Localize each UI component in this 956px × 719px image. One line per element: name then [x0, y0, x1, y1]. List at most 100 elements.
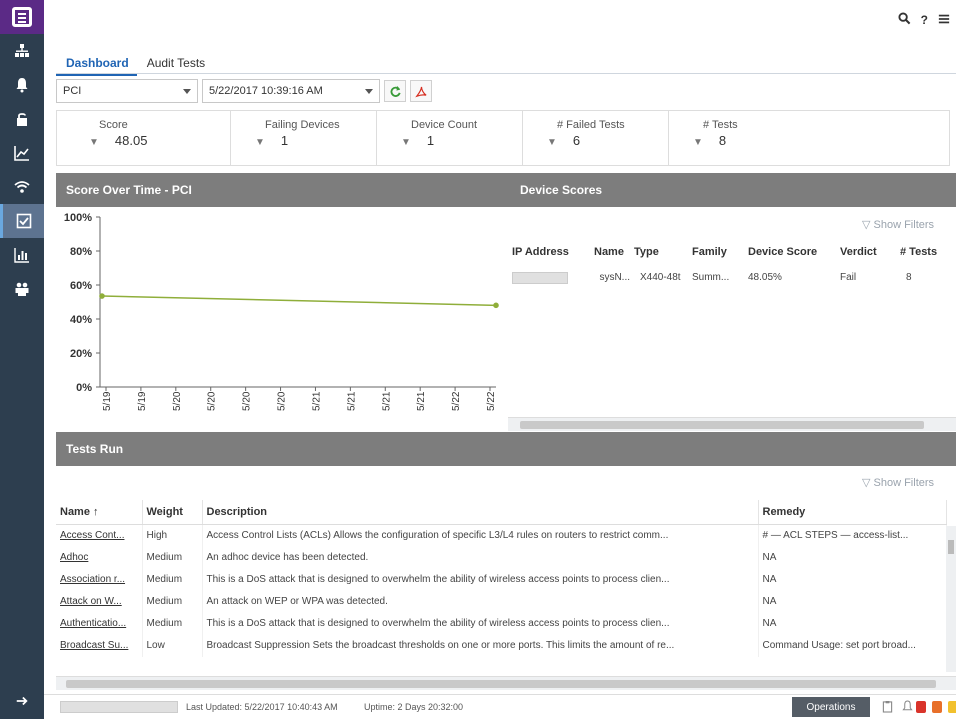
cell-tests: 8 [906, 272, 912, 283]
stat-value: 6 [572, 133, 581, 148]
col-description[interactable]: Description [202, 500, 759, 525]
clipboard-icon[interactable] [882, 700, 893, 715]
stat-label: Score [99, 119, 128, 131]
compliance-icon[interactable] [0, 204, 44, 238]
score-panel-title: Score Over Time - PCI [66, 183, 192, 197]
test-name-link[interactable]: Access Cont... [56, 524, 143, 547]
stat-label: Device Count [411, 119, 478, 131]
device-grid-header: IP Address Name Type Family Device Score… [512, 246, 944, 258]
scrollbar-thumb[interactable] [66, 680, 936, 688]
group-select[interactable]: PCI [56, 79, 198, 103]
export-pdf-button[interactable] [410, 80, 432, 102]
refresh-button[interactable] [384, 80, 406, 102]
trend-down-icon: ▼ [547, 137, 557, 148]
stat-label: # Failed Tests [557, 119, 625, 131]
test-name-link[interactable]: Broadcast Su... [56, 634, 143, 657]
alarm-bell-icon[interactable] [0, 68, 44, 102]
stat-tests: # Tests ▼ 8 [669, 111, 815, 165]
test-name-link[interactable]: Adhoc [56, 546, 143, 569]
status-bar: Last Updated: 5/22/2017 10:40:43 AM Upti… [44, 694, 956, 719]
score-chart-area: 0% 20% 40% 60% 80% 100% 5/19 5/19 5/20 5/20 5/20 5/… [56, 207, 504, 429]
table-row[interactable]: sysN... X440-48t Summ... 48.05% Fail 8 [512, 272, 944, 284]
test-description: This is a DoS attack that is designed to… [202, 612, 759, 635]
test-name-link[interactable]: Authenticatio... [56, 612, 143, 635]
x-tick-label: 5/21 [346, 391, 357, 411]
y-tick-label: 80% [70, 246, 92, 258]
col-tests[interactable]: # Tests [900, 246, 944, 258]
col-device-score[interactable]: Device Score [748, 246, 840, 258]
pdf-icon [414, 86, 427, 97]
trend-down-icon: ▼ [255, 137, 265, 148]
tests-horizontal-scrollbar[interactable] [56, 676, 956, 690]
stat-value: 8 [718, 133, 727, 148]
top-bar: ? [44, 0, 956, 50]
major-alarm-badge[interactable] [932, 701, 942, 713]
cell-family: Summ... [692, 272, 730, 283]
table-row[interactable]: Authenticatio... Medium This is a DoS at… [56, 612, 947, 635]
cell-device-score: 48.05% [748, 272, 782, 283]
timestamp-select[interactable]: 5/22/2017 10:39:16 AM [202, 79, 380, 103]
col-verdict[interactable]: Verdict [840, 246, 900, 258]
stat-value: 1 [426, 133, 435, 148]
x-tick-label: 5/20 [242, 391, 253, 411]
analytics-icon[interactable] [0, 136, 44, 170]
table-row[interactable]: Attack on W... Medium An attack on WEP o… [56, 590, 947, 613]
table-row[interactable]: Adhoc Medium An adhoc device has been de… [56, 546, 947, 569]
test-weight: Medium [142, 546, 203, 569]
stat-device-count: Device Count ▼ 1 [377, 111, 523, 165]
trend-down-icon: ▼ [693, 137, 703, 148]
minor-alarm-badge[interactable] [948, 701, 956, 713]
test-name-link[interactable]: Association r... [56, 568, 143, 591]
device-show-filters[interactable]: ▽ Show Filters [862, 218, 934, 231]
col-ip-address[interactable]: IP Address [512, 246, 594, 258]
wireless-icon[interactable] [0, 170, 44, 204]
lock-icon[interactable] [0, 102, 44, 136]
test-description: An attack on WEP or WPA was detected. [202, 590, 759, 613]
stat-label: # Tests [703, 119, 738, 131]
test-name-link[interactable]: Attack on W... [56, 590, 143, 613]
network-icon[interactable] [0, 34, 44, 68]
masked-server-name [60, 701, 178, 713]
col-weight[interactable]: Weight [142, 500, 203, 525]
dashboard-toolbar: PCI 5/22/2017 10:39:16 AM [56, 78, 432, 104]
col-family[interactable]: Family [692, 246, 748, 258]
users-icon[interactable] [0, 272, 44, 306]
chevron-down-icon [183, 89, 191, 94]
extreme-logo[interactable] [0, 0, 44, 34]
test-description: Broadcast Suppression Sets the broadcast… [202, 634, 759, 657]
alarm-bell-icon[interactable] [902, 700, 913, 715]
y-tick-label: 40% [70, 314, 92, 326]
test-weight: High [142, 524, 203, 547]
scrollbar-thumb[interactable] [520, 421, 924, 429]
col-test-name[interactable]: Name ↑ [56, 500, 143, 525]
y-tick-label: 100% [64, 212, 92, 224]
col-name[interactable]: Name [594, 246, 634, 258]
test-remedy: Command Usage: set port broad... [758, 634, 947, 657]
tests-show-filters[interactable]: ▽ Show Filters [862, 476, 934, 489]
expand-nav-icon[interactable] [0, 689, 44, 713]
sort-asc-icon: ↑ [93, 506, 99, 518]
test-description: An adhoc device has been detected. [202, 546, 759, 569]
table-row[interactable]: Broadcast Su... Low Broadcast Suppressio… [56, 634, 947, 657]
operations-button[interactable]: Operations [792, 697, 870, 717]
timestamp-select-value: 5/22/2017 10:39:16 AM [209, 85, 323, 97]
x-tick-label: 5/21 [416, 391, 427, 411]
device-grid-scrollbar[interactable] [508, 417, 956, 431]
scrollbar-thumb[interactable] [948, 540, 954, 554]
device-panel-title: Device Scores [520, 183, 603, 197]
cell-type: X440-48t [640, 272, 681, 283]
tests-vertical-scrollbar[interactable] [946, 526, 956, 672]
refresh-icon [390, 85, 401, 97]
operations-label: Operations [806, 701, 856, 713]
help-icon[interactable]: ? [921, 13, 928, 27]
table-row[interactable]: Association r... Medium This is a DoS at… [56, 568, 947, 591]
col-type[interactable]: Type [634, 246, 692, 258]
score-panel-header: Score Over Time - PCI [56, 173, 956, 207]
search-icon[interactable] [898, 12, 911, 28]
critical-alarm-badge[interactable] [916, 701, 926, 713]
table-row[interactable]: Access Cont... High Access Control Lists… [56, 524, 947, 547]
col-remedy[interactable]: Remedy [758, 500, 947, 525]
test-weight: Medium [142, 568, 203, 591]
reports-icon[interactable] [0, 238, 44, 272]
menu-icon[interactable] [938, 13, 950, 28]
